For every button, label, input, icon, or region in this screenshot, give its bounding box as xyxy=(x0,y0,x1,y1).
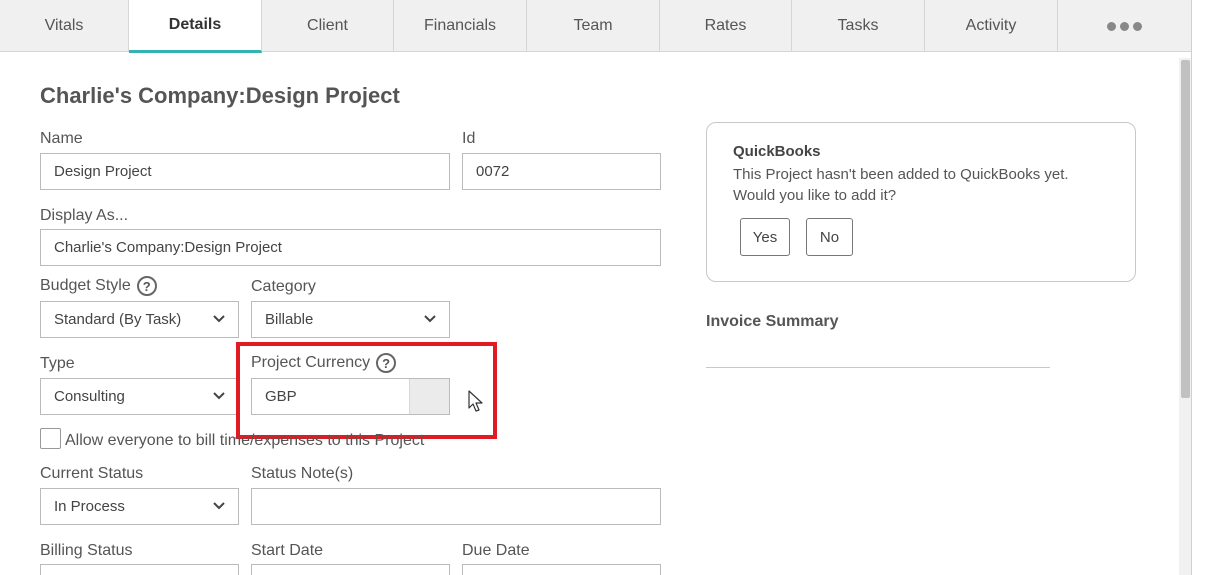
category-label: Category xyxy=(251,278,316,295)
mouse-cursor-icon xyxy=(468,390,483,412)
current-status-select[interactable]: In Process xyxy=(40,488,239,525)
tab-label: Vitals xyxy=(44,17,84,34)
tab-label: Client xyxy=(307,17,348,34)
tab-client[interactable]: Client xyxy=(262,0,394,52)
name-field[interactable]: Design Project xyxy=(40,153,450,190)
more-tabs-button[interactable] xyxy=(1058,0,1191,52)
invoice-summary-title: Invoice Summary xyxy=(706,313,839,330)
status-notes-field[interactable] xyxy=(251,488,661,525)
quickbooks-yes-button[interactable]: Yes xyxy=(740,218,790,256)
highlight-box xyxy=(236,342,497,439)
billing-status-select[interactable] xyxy=(40,564,239,575)
type-label: Type xyxy=(40,355,75,372)
help-icon[interactable]: ? xyxy=(136,276,157,296)
tab-details[interactable]: Details xyxy=(129,0,262,53)
tab-bar: Vitals Details Client Financials Team Ra… xyxy=(0,0,1191,53)
chevron-down-icon xyxy=(213,502,225,510)
due-date-label: Due Date xyxy=(462,542,530,559)
type-select[interactable]: Consulting xyxy=(40,378,239,415)
billing-status-label: Billing Status xyxy=(40,542,133,559)
budget-style-select[interactable]: Standard (By Task) xyxy=(40,301,239,338)
chevron-down-icon xyxy=(213,315,225,323)
due-date-field[interactable] xyxy=(462,564,661,575)
quickbooks-no-button[interactable]: No xyxy=(806,218,853,256)
tab-financials[interactable]: Financials xyxy=(394,0,527,52)
start-date-label: Start Date xyxy=(251,542,324,559)
budget-style-label: Budget Style ? xyxy=(40,276,157,296)
allow-bill-checkbox[interactable] xyxy=(40,428,61,449)
tab-rates[interactable]: Rates xyxy=(660,0,792,52)
current-status-label: Current Status xyxy=(40,465,144,482)
tab-label: Rates xyxy=(704,17,747,34)
tab-label: Details xyxy=(168,16,222,33)
tab-vitals[interactable]: Vitals xyxy=(0,0,129,52)
allow-bill-label: Allow everyone to bill time/expenses to … xyxy=(65,432,425,449)
id-label: Id xyxy=(462,130,476,147)
page-title: Charlie's Company:Design Project xyxy=(40,83,400,108)
category-select[interactable]: Billable xyxy=(251,301,450,338)
page-edge xyxy=(1191,0,1192,575)
chevron-down-icon xyxy=(213,392,225,400)
scrollbar-thumb[interactable] xyxy=(1181,60,1190,398)
status-notes-label: Status Note(s) xyxy=(251,465,354,482)
tab-label: Financials xyxy=(423,17,497,34)
start-date-field[interactable] xyxy=(251,564,450,575)
tab-label: Activity xyxy=(965,17,1017,34)
id-field[interactable]: 0072 xyxy=(462,153,661,190)
chevron-down-icon xyxy=(424,315,436,323)
tab-label: Tasks xyxy=(837,17,879,34)
tab-tasks[interactable]: Tasks xyxy=(792,0,925,52)
tab-activity[interactable]: Activity xyxy=(925,0,1058,52)
quickbooks-title: QuickBooks xyxy=(733,143,821,160)
display-as-field[interactable]: Charlie's Company:Design Project xyxy=(40,229,661,266)
invoice-summary-divider xyxy=(706,367,1050,368)
quickbooks-message: This Project hasn't been added to QuickB… xyxy=(733,166,1069,204)
display-as-label: Display As... xyxy=(40,207,129,224)
more-icon xyxy=(1107,21,1142,31)
tab-team[interactable]: Team xyxy=(527,0,660,52)
quickbooks-card: QuickBooks This Project hasn't been adde… xyxy=(706,122,1136,282)
name-label: Name xyxy=(40,130,83,147)
tab-label: Team xyxy=(573,17,613,34)
